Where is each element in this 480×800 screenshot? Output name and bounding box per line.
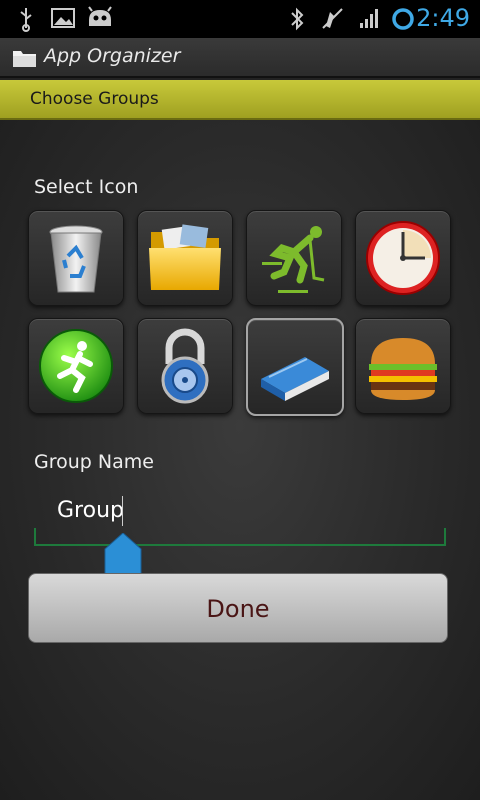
done-button[interactable]: Done: [28, 573, 448, 643]
android-icon: [88, 6, 112, 26]
text-cursor: [122, 496, 123, 526]
group-name-heading: Group Name: [34, 451, 154, 473]
icon-tile-recycle-bin[interactable]: [28, 210, 124, 306]
sync-circle-icon: [392, 8, 414, 30]
section-header: Choose Groups: [0, 80, 480, 120]
icon-tile-folder[interactable]: [137, 210, 233, 306]
bluetooth-icon: [291, 7, 304, 31]
folder-icon: [149, 224, 221, 290]
burger-icon: [369, 338, 437, 400]
clock-time: 2:49: [416, 4, 470, 32]
mute-icon: [322, 8, 343, 29]
usb-icon: [20, 8, 32, 32]
padlock-icon: [161, 328, 209, 404]
input-underline: [34, 528, 446, 546]
folder-icon[interactable]: [12, 47, 38, 69]
picture-icon: [51, 8, 75, 28]
recycle-bin-icon: [49, 225, 103, 293]
status-bar: 2:49: [0, 0, 480, 38]
icon-tile-runner[interactable]: [28, 318, 124, 414]
section-title: Choose Groups: [30, 89, 159, 109]
hockey-player-icon: [262, 226, 325, 293]
signal-icon: [360, 9, 378, 28]
icon-tile-clock[interactable]: [355, 210, 451, 306]
select-icon-heading: Select Icon: [34, 176, 139, 198]
clock-icon: [366, 221, 440, 295]
group-name-input[interactable]: Group: [57, 498, 124, 523]
icon-tile-hockey[interactable]: [246, 210, 342, 306]
book-icon: [261, 357, 329, 401]
runner-icon: [39, 329, 113, 403]
icon-tile-padlock[interactable]: [137, 318, 233, 414]
action-bar: App Organizer: [0, 38, 480, 78]
icon-tile-book[interactable]: [246, 318, 344, 416]
icon-tile-burger[interactable]: [355, 318, 451, 414]
main-content: Select Icon Group Name Group Done: [0, 120, 480, 800]
app-title: App Organizer: [44, 45, 181, 67]
